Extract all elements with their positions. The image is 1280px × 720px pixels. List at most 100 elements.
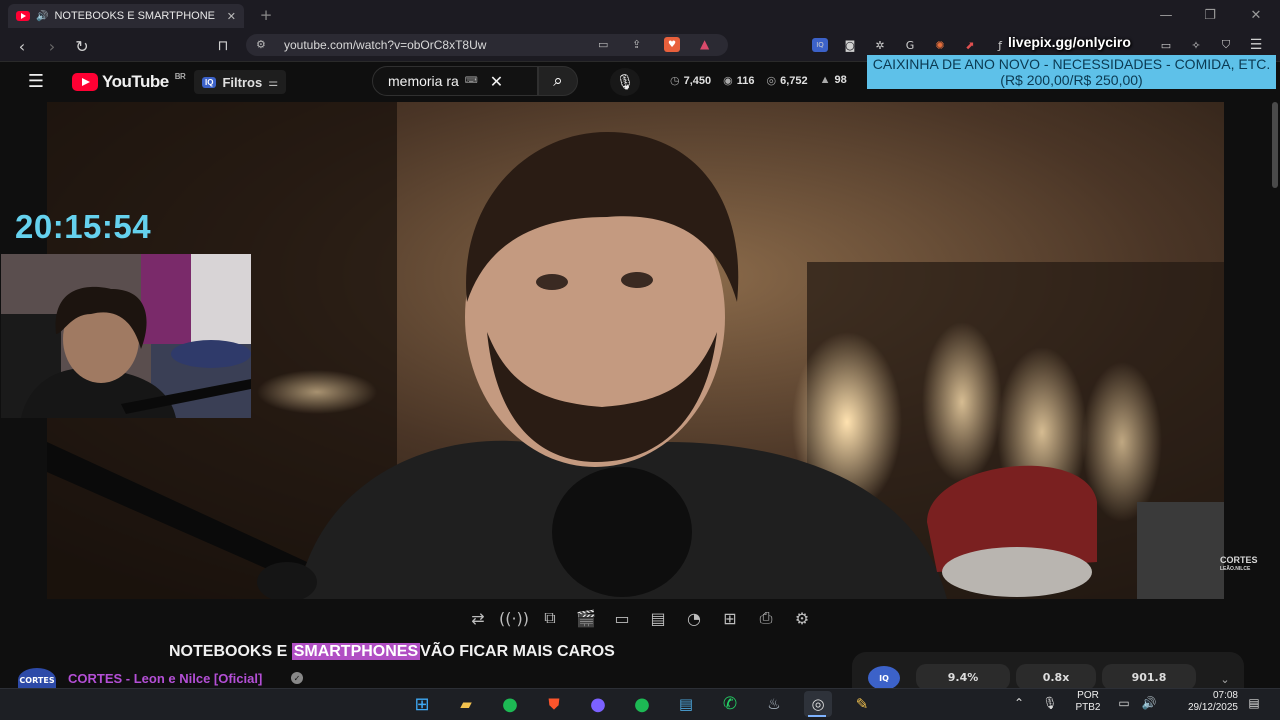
bookmark-icon[interactable]: ⊓ [213, 36, 233, 56]
extension-icon[interactable]: ◙ [842, 38, 858, 52]
channel-name[interactable]: CORTES - Leon e Nilce [Oficial] [68, 671, 262, 686]
player-extension-toolbar: ⇄ ((·)) ⧉ 🎬 ▭ ▤ ◔ ⊞ ⎙ ⚙ [462, 606, 818, 630]
system-clock[interactable]: 07:08 29/12/2025 [1170, 690, 1238, 714]
video-stats: ◷ 7,450 ◉ 116 ◎ 6,752 ▲ 98 [670, 74, 847, 87]
add-frame-icon[interactable]: ⊞ [714, 606, 746, 630]
extension-f-icon[interactable]: ƒ [992, 38, 1008, 52]
score-value: 901.8 [1102, 664, 1196, 690]
film-icon[interactable]: ▤ [642, 606, 674, 630]
donation-goal-title: CAIXINHA DE ANO NOVO - NECESSIDADES - CO… [872, 56, 1271, 72]
stat-item: ◷ 7,450 [670, 75, 712, 87]
search-input[interactable]: memoria ra ⌨ ✕ [372, 66, 538, 96]
volume-icon[interactable]: 🔊 [1140, 694, 1158, 712]
stat-item: ▲ 98 [819, 74, 847, 86]
back-icon[interactable]: ‹ [12, 36, 32, 56]
like-ratio: 9.4% [916, 664, 1010, 690]
network-icon[interactable]: ▭ [1115, 694, 1133, 712]
chevron-down-icon[interactable]: ⌄ [1216, 670, 1234, 688]
filters-label: Filtros [222, 74, 263, 90]
input-language[interactable]: POR PTB2 [1071, 690, 1105, 714]
leo-ai-icon[interactable]: ✧ [1188, 38, 1204, 52]
brave-icon[interactable]: ⛊ [540, 691, 568, 717]
speed-icon[interactable]: ◔ [678, 606, 710, 630]
extension-bug-icon[interactable]: ✲ [872, 38, 888, 52]
minimize-button[interactable]: — [1146, 5, 1186, 25]
new-tab-button[interactable]: + [256, 6, 276, 24]
share-icon[interactable]: ⇪ [632, 38, 641, 51]
wallet-icon[interactable]: ▭ [1158, 38, 1174, 52]
tab-close-icon[interactable]: ✕ [227, 10, 236, 23]
spotify-icon[interactable]: ● [496, 691, 524, 717]
audio-icon[interactable]: 🔊 [36, 11, 48, 22]
hamburger-menu-icon[interactable]: ☰ [24, 70, 48, 92]
mirror-icon[interactable]: ⧉ [534, 606, 566, 630]
youtube-play-icon [72, 73, 98, 91]
tab-title: NOTEBOOKS E SMARTPHONE [54, 10, 216, 22]
settings-icon[interactable]: ⚙ [786, 606, 818, 630]
notepad-icon[interactable]: ▤ [672, 691, 700, 717]
brave-shield-icon[interactable]: ♥ [664, 37, 680, 52]
brave-rewards-icon[interactable]: ▲ [700, 37, 709, 51]
webcam-overlay [1, 254, 251, 418]
donation-goal-amount: (R$ 200,00/R$ 250,00) [1000, 72, 1143, 88]
voice-search-icon[interactable]: 🎙 [610, 68, 640, 96]
screenshot-icon[interactable]: ⎙ [750, 606, 782, 630]
loop-icon[interactable]: ⇄ [462, 606, 494, 630]
file-explorer-icon[interactable]: ▰ [452, 691, 480, 717]
search-button[interactable]: ⌕ [538, 66, 578, 96]
play-count-icon: ◎ [766, 75, 777, 87]
filters-button[interactable]: IQ Filtros ⚌ [194, 70, 287, 94]
site-info-icon[interactable]: ⚙ [256, 38, 266, 51]
url-text: youtube.com/watch?v=obOrC8xT8Uw [284, 38, 487, 52]
region-code: BR [174, 72, 186, 81]
spotify-second-icon[interactable]: ● [628, 691, 656, 717]
stat-item: ◉ 116 [723, 75, 755, 87]
browser-menu-icon[interactable]: ☰ [1248, 37, 1264, 53]
thumbs-up-icon: ▲ [819, 74, 831, 86]
view-multiplier: 0.8x [1016, 664, 1096, 690]
extension-arrow-icon[interactable]: ⬈ [962, 38, 978, 52]
webcam-frame [1, 254, 251, 418]
microphone-icon[interactable]: 🎙 [1041, 694, 1059, 712]
logo-text: YouTube [102, 72, 169, 91]
iq-rating-badge[interactable]: IQ [868, 666, 900, 690]
address-bar[interactable]: ⚙ youtube.com/watch?v=obOrC8xT8Uw ▭ ⇪ ♥ … [246, 34, 728, 56]
vpn-shield-icon[interactable]: ⛉ [1218, 38, 1234, 52]
stat-item: ◎ 6,752 [766, 75, 808, 87]
stream-clock: 20:15:54 [15, 208, 152, 245]
forward-icon[interactable]: › [42, 36, 62, 56]
obs-icon[interactable]: ◎ [804, 691, 832, 717]
maximize-button[interactable]: ❐ [1190, 5, 1230, 25]
iq-badge: IQ [202, 76, 217, 88]
steam-icon[interactable]: ♨ [760, 691, 788, 717]
clear-search-icon[interactable]: ✕ [490, 72, 503, 91]
aspect-ratio-icon[interactable]: ▭ [606, 606, 638, 630]
reload-icon[interactable]: ↻ [72, 36, 92, 56]
verified-icon: ✓ [291, 672, 303, 684]
active-app-indicator [808, 715, 826, 717]
youtube-favicon-icon [16, 11, 30, 21]
extension-sun-icon[interactable]: ✺ [932, 38, 948, 52]
eye-icon: ◉ [723, 75, 733, 87]
notifications-icon[interactable]: ▤ [1245, 694, 1263, 712]
paint-icon[interactable]: ✎ [848, 691, 876, 717]
cast-icon[interactable]: ▭ [598, 38, 608, 51]
donation-goal-banner: CAIXINHA DE ANO NOVO - NECESSIDADES - CO… [867, 55, 1276, 89]
video-title: NOTEBOOKS E SMARTPHONES VÃO FICAR MAIS CA… [169, 643, 615, 660]
discord-icon[interactable]: ● [584, 691, 612, 717]
google-extension-icon[interactable]: G [902, 38, 918, 52]
whatsapp-icon[interactable]: ✆ [716, 691, 744, 717]
clock-icon: ◷ [670, 75, 680, 87]
livepix-overlay: livepix.gg/onlyciro [1008, 34, 1131, 50]
tray-overflow-icon[interactable]: ⌃ [1010, 694, 1028, 712]
cinema-icon[interactable]: 🎬 [570, 606, 602, 630]
search-query: memoria ra [388, 73, 459, 89]
keyboard-icon[interactable]: ⌨ [465, 76, 478, 86]
windows-start-icon[interactable]: ⊞ [408, 691, 436, 717]
broadcast-icon[interactable]: ((·)) [498, 606, 530, 630]
page-scrollbar[interactable] [1272, 102, 1278, 188]
youtube-logo[interactable]: YouTube BR [72, 72, 186, 92]
browser-tab[interactable]: 🔊 NOTEBOOKS E SMARTPHONE ✕ [8, 4, 244, 28]
close-window-button[interactable]: ✕ [1236, 5, 1276, 25]
iq-extension-icon[interactable]: IQ [812, 38, 828, 52]
